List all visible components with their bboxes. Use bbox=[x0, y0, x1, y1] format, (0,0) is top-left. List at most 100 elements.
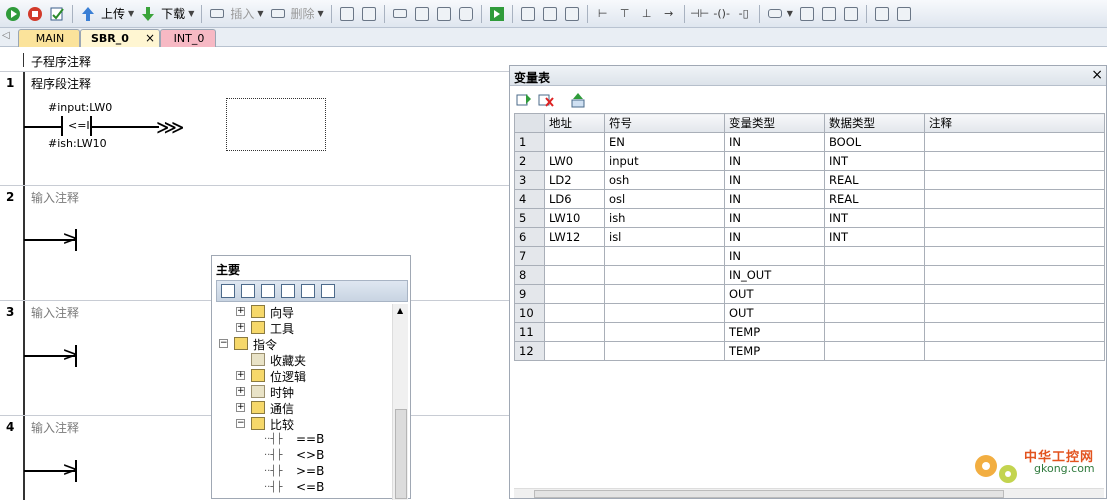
tree-item-wizard[interactable]: + 向导 bbox=[216, 304, 392, 320]
scroll-up-icon[interactable]: ▲ bbox=[397, 306, 403, 315]
table-cell[interactable] bbox=[924, 151, 1105, 171]
table-cell[interactable]: ish bbox=[604, 208, 725, 228]
table-cell[interactable]: LW12 bbox=[544, 227, 605, 247]
contact-icon[interactable]: ⊣⊢ bbox=[690, 4, 710, 24]
table-cell[interactable] bbox=[544, 322, 605, 342]
upload-button[interactable]: 上传 bbox=[101, 5, 125, 22]
table-cell[interactable] bbox=[824, 246, 925, 266]
column-header[interactable]: 变量类型 bbox=[724, 113, 825, 133]
insert-icon[interactable] bbox=[207, 4, 227, 24]
column-header[interactable]: 数据类型 bbox=[824, 113, 925, 133]
insert-row-icon[interactable] bbox=[516, 92, 532, 108]
table-cell[interactable]: IN bbox=[724, 151, 825, 171]
table-cell[interactable] bbox=[604, 341, 725, 361]
bookmark-icon[interactable] bbox=[872, 4, 892, 24]
table-cell[interactable] bbox=[824, 322, 925, 342]
tree-item-compare-ne-byte[interactable]: ··┤├ <>B bbox=[216, 448, 392, 464]
network-1[interactable]: 1 程序段注释 #input:LW0 <=I ⋙ #ish:LW10 bbox=[0, 71, 510, 186]
table-cell[interactable] bbox=[924, 303, 1105, 323]
close-icon[interactable]: × bbox=[145, 31, 155, 45]
document-icon[interactable] bbox=[261, 284, 275, 298]
table-cell[interactable]: OUT bbox=[724, 284, 825, 304]
unlock-icon[interactable] bbox=[540, 4, 560, 24]
note-icon[interactable] bbox=[841, 4, 861, 24]
table-cell[interactable]: osl bbox=[604, 189, 725, 209]
empty-element-box[interactable] bbox=[226, 98, 326, 151]
table-cell[interactable] bbox=[544, 265, 605, 285]
table-row[interactable]: 4 LD6 osl IN REAL bbox=[514, 189, 1105, 209]
table-cell[interactable]: INT bbox=[824, 208, 925, 228]
table-cell[interactable]: TEMP bbox=[724, 341, 825, 361]
export-icon[interactable] bbox=[487, 4, 507, 24]
close-icon[interactable]: × bbox=[1091, 67, 1103, 83]
table-row[interactable]: 2 LW0 input IN INT bbox=[514, 151, 1105, 171]
table-cell[interactable]: REAL bbox=[824, 170, 925, 190]
line-up-icon[interactable]: ⊥ bbox=[637, 4, 657, 24]
tree-item-clock[interactable]: + 时钟 bbox=[216, 384, 392, 400]
table-cell[interactable] bbox=[824, 341, 925, 361]
table-row[interactable]: 5 LW10 ish IN INT bbox=[514, 208, 1105, 228]
tab-scroll-left-icon[interactable]: ◁ bbox=[2, 30, 10, 41]
table-icon[interactable] bbox=[241, 284, 255, 298]
collapse-icon[interactable]: − bbox=[236, 419, 245, 428]
read-all-icon[interactable] bbox=[456, 4, 476, 24]
column-header[interactable]: 符号 bbox=[604, 113, 725, 133]
table-cell[interactable]: IN bbox=[724, 227, 825, 247]
tree-item-favorites[interactable]: 收藏夹 bbox=[216, 352, 392, 368]
expand-icon[interactable]: + bbox=[236, 387, 245, 396]
subroutine-comment[interactable]: 子程序注释 bbox=[31, 53, 91, 70]
symbol-table-icon[interactable] bbox=[797, 4, 817, 24]
table-cell[interactable] bbox=[604, 284, 725, 304]
edit-icon[interactable] bbox=[819, 4, 839, 24]
expand-icon[interactable]: + bbox=[236, 403, 245, 412]
table-cell[interactable]: IN bbox=[724, 132, 825, 152]
column-header[interactable]: 注释 bbox=[924, 113, 1105, 133]
chevron-down-icon[interactable]: ▼ bbox=[188, 9, 194, 18]
table-cell[interactable]: INT bbox=[824, 151, 925, 171]
document-icon[interactable] bbox=[281, 284, 295, 298]
stop-icon[interactable] bbox=[25, 4, 45, 24]
delete-button[interactable]: 删除 bbox=[291, 5, 315, 22]
comment-icon[interactable] bbox=[765, 4, 785, 24]
branch-down-icon[interactable]: ⊤ bbox=[615, 4, 635, 24]
delete-icon[interactable] bbox=[268, 4, 288, 24]
insert-button[interactable]: 插入 bbox=[230, 5, 254, 22]
monitor-icon[interactable] bbox=[321, 284, 335, 298]
column-header[interactable]: 地址 bbox=[544, 113, 605, 133]
tree-item-instructions[interactable]: − 指令 bbox=[216, 336, 392, 352]
table-cell[interactable] bbox=[924, 208, 1105, 228]
tree-item-compare-ge-byte[interactable]: ··┤├ >=B bbox=[216, 464, 392, 480]
table-cell[interactable]: INT bbox=[824, 227, 925, 247]
table-cell[interactable] bbox=[544, 303, 605, 323]
compare-operand-2[interactable]: #ish:LW10 bbox=[48, 137, 107, 150]
network-comment[interactable]: 输入注释 bbox=[31, 419, 79, 436]
properties-icon[interactable] bbox=[894, 4, 914, 24]
download-icon[interactable] bbox=[138, 4, 158, 24]
tree-item-tools[interactable]: + 工具 bbox=[216, 320, 392, 336]
tree-item-compare[interactable]: − 比较 bbox=[216, 416, 392, 432]
table-cell[interactable] bbox=[924, 341, 1105, 361]
table-cell[interactable]: LD6 bbox=[544, 189, 605, 209]
tab-sbr0[interactable]: SBR_0 × bbox=[80, 29, 160, 47]
upload-icon[interactable] bbox=[78, 4, 98, 24]
compare-operator[interactable]: <=I bbox=[68, 119, 90, 132]
chevron-down-icon[interactable]: ▼ bbox=[128, 9, 134, 18]
expand-icon[interactable]: + bbox=[236, 307, 245, 316]
network-comment[interactable]: 输入注释 bbox=[31, 304, 79, 321]
tree-scrollbar[interactable]: ▲ bbox=[392, 304, 408, 500]
expand-icon[interactable]: + bbox=[236, 371, 245, 380]
table-row[interactable]: 9 OUT bbox=[514, 284, 1105, 304]
table-row[interactable]: 8 IN_OUT bbox=[514, 265, 1105, 285]
tree-item-compare-eq-byte[interactable]: ··┤├ ==B bbox=[216, 432, 392, 448]
table-cell[interactable]: BOOL bbox=[824, 132, 925, 152]
network-comment[interactable]: 输入注释 bbox=[31, 189, 79, 206]
table-cell[interactable]: IN_OUT bbox=[724, 265, 825, 285]
expand-icon[interactable]: + bbox=[236, 323, 245, 332]
protect-icon[interactable] bbox=[562, 4, 582, 24]
table-cell[interactable]: osh bbox=[604, 170, 725, 190]
chevron-down-icon[interactable]: ▼ bbox=[318, 9, 324, 18]
table-cell[interactable] bbox=[604, 322, 725, 342]
table-cell[interactable] bbox=[824, 284, 925, 304]
table-cell[interactable]: REAL bbox=[824, 189, 925, 209]
delete-row-icon[interactable] bbox=[538, 92, 554, 108]
